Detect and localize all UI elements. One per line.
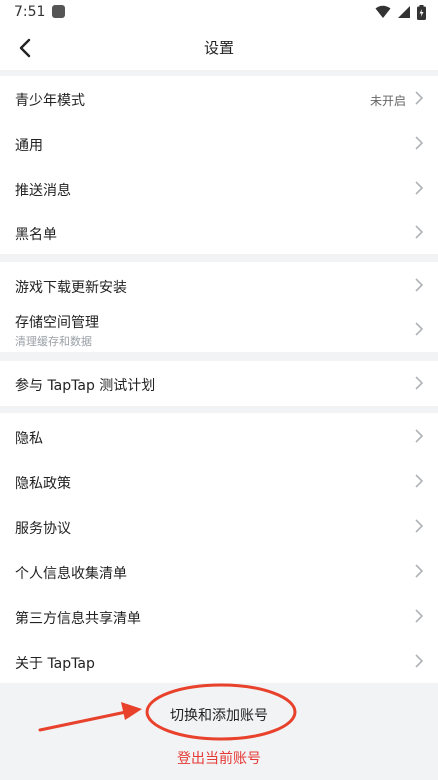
page-title: 设置 [203, 39, 234, 57]
chevron-right-icon [415, 278, 424, 292]
settings-item-label: 存储空间管理 [15, 315, 99, 331]
settings-item-subtitle: 清理缓存和数据 [15, 335, 92, 348]
settings-item-general[interactable]: 通用 [0, 121, 438, 166]
settings-item-label: 隐私 [15, 431, 43, 447]
settings-group-general: 青少年模式 未开启 通用 推送消息 黑名单 [0, 76, 438, 254]
settings-item-label: 黑名单 [15, 227, 57, 243]
settings-item-youth-mode[interactable]: 青少年模式 未开启 [0, 76, 438, 121]
settings-item-privacy-policy[interactable]: 隐私政策 [0, 458, 438, 503]
chevron-right-icon [415, 654, 424, 668]
settings-item-label: 青少年模式 [15, 93, 85, 109]
settings-item-label: 推送消息 [15, 183, 71, 199]
status-bar: 7:51 [0, 0, 438, 26]
settings-item-label: 关于 TapTap [15, 656, 95, 672]
app-header: 设置 [0, 26, 438, 70]
settings-group-test: 参与 TapTap 测试计划 [0, 361, 438, 406]
chevron-right-icon [415, 474, 424, 488]
settings-item-label: 第三方信息共享清单 [15, 611, 141, 627]
settings-item-label: 通用 [15, 138, 43, 154]
settings-item-blacklist[interactable]: 黑名单 [0, 210, 438, 254]
system-icons [375, 4, 426, 20]
settings-item-third-party-sharing[interactable]: 第三方信息共享清单 [0, 593, 438, 638]
chevron-right-icon [415, 136, 424, 150]
settings-item-push[interactable]: 推送消息 [0, 166, 438, 210]
settings-item-test-plan[interactable]: 参与 TapTap 测试计划 [0, 361, 438, 406]
chevron-right-icon [415, 225, 424, 239]
settings-item-about[interactable]: 关于 TapTap [0, 638, 438, 683]
chevron-right-icon [415, 376, 424, 390]
youth-mode-status: 未开启 [369, 94, 406, 108]
chevron-right-icon [415, 429, 424, 443]
settings-item-info-collection[interactable]: 个人信息收集清单 [0, 548, 438, 593]
settings-item-label: 服务协议 [15, 521, 71, 537]
settings-item-storage[interactable]: 存储空间管理 清理缓存和数据 [0, 306, 438, 352]
status-time: 7:51 [14, 4, 46, 20]
chevron-right-icon [415, 609, 424, 623]
battery-icon [417, 4, 426, 20]
chevron-right-icon [415, 181, 424, 195]
settings-item-download-install[interactable]: 游戏下载更新安装 [0, 262, 438, 306]
settings-item-privacy[interactable]: 隐私 [0, 413, 438, 458]
settings-group-privacy: 隐私 隐私政策 服务协议 个人信息收集清单 第三方信息共享清单 关于 TapTa… [0, 413, 438, 683]
settings-item-label: 个人信息收集清单 [15, 566, 127, 582]
notification-icon [52, 5, 65, 18]
switch-add-account-button[interactable]: 切换和添加账号 [0, 705, 438, 725]
settings-item-label: 隐私政策 [15, 476, 71, 492]
chevron-right-icon [415, 322, 424, 336]
logout-button[interactable]: 登出当前账号 [0, 748, 438, 768]
chevron-right-icon [415, 519, 424, 533]
account-actions: 切换和添加账号 登出当前账号 [0, 683, 438, 780]
settings-group-storage: 游戏下载更新安装 存储空间管理 清理缓存和数据 [0, 262, 438, 352]
chevron-right-icon [415, 91, 424, 105]
settings-item-service-agreement[interactable]: 服务协议 [0, 503, 438, 548]
settings-item-label: 游戏下载更新安装 [15, 280, 127, 296]
chevron-right-icon [415, 564, 424, 578]
signal-icon [398, 6, 410, 18]
wifi-icon [375, 5, 391, 18]
settings-item-label: 参与 TapTap 测试计划 [15, 378, 156, 394]
